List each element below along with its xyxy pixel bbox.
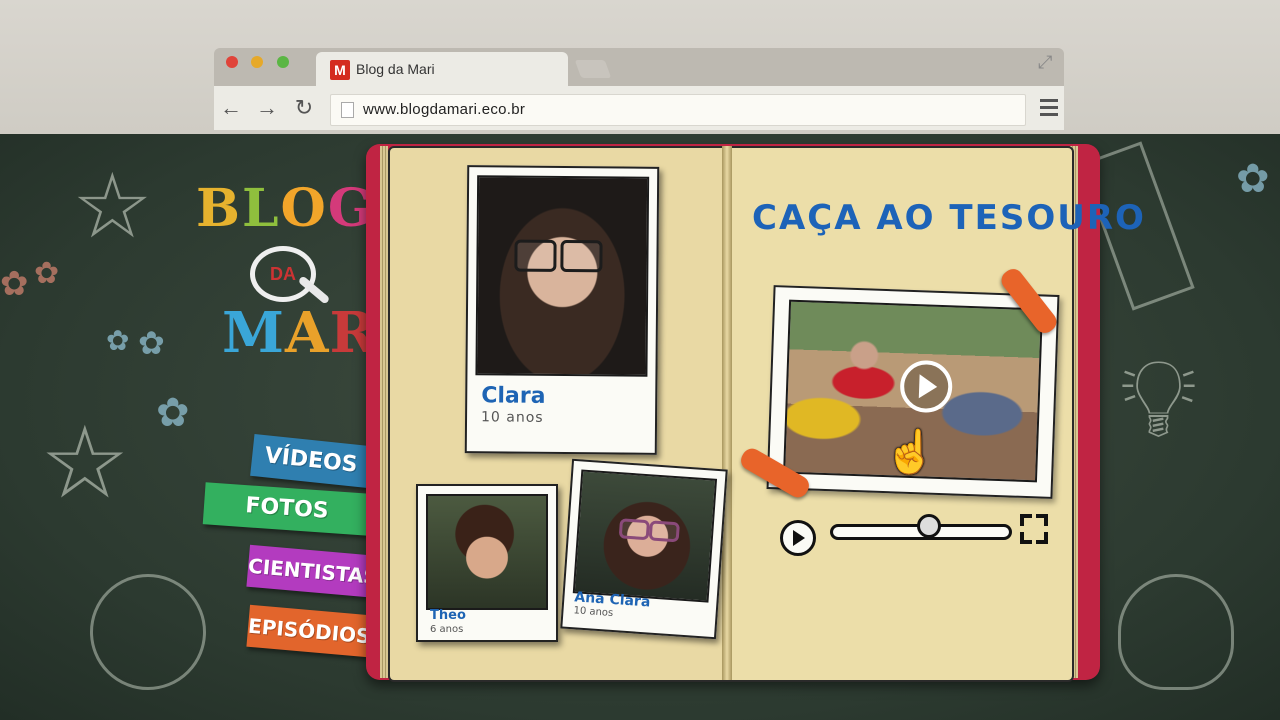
new-tab-button[interactable]	[574, 60, 612, 78]
logo-blog[interactable]: BLOG	[196, 178, 374, 239]
flower-doodle-icon: ✿	[156, 390, 190, 436]
glasses-icon	[560, 239, 603, 273]
character-card-clara[interactable]: Clara 10 anos	[464, 165, 660, 455]
magnifier-doodle-icon	[90, 574, 206, 690]
glasses-icon	[514, 239, 557, 272]
star-doodle-icon: ☆	[40, 404, 130, 521]
lightbulb-doodle-icon: 💡︎	[1120, 334, 1197, 462]
character-card-theo[interactable]: Theo 6 anos	[416, 484, 558, 642]
reload-icon[interactable]: ↻	[291, 96, 317, 120]
flower-doodle-icon: ✿	[34, 256, 60, 291]
progress-slider-handle[interactable]	[916, 514, 941, 538]
play-button[interactable]	[780, 520, 816, 556]
url-text[interactable]: www.blogdamari.eco.br	[363, 101, 525, 118]
magnifier-icon: DA	[250, 246, 316, 302]
glasses-icon	[618, 518, 651, 541]
character-photo	[426, 494, 548, 610]
character-age: 6 anos	[430, 624, 464, 635]
flower-doodle-icon: ✿	[1236, 156, 1270, 202]
character-name: Theo	[430, 608, 466, 623]
flower-doodle-icon: ✿	[106, 324, 130, 357]
favicon-icon: M	[330, 60, 350, 80]
logo-da: DA	[270, 264, 296, 284]
character-name: Clara	[481, 383, 546, 409]
ant-doodle-icon	[1118, 574, 1234, 690]
zoom-window-button[interactable]	[277, 56, 289, 68]
page-edge-left	[380, 146, 388, 678]
glasses-icon	[648, 520, 680, 543]
close-window-button[interactable]	[226, 56, 238, 68]
flower-doodle-icon: ✿	[138, 324, 165, 362]
expand-icon[interactable]: ⤢	[1038, 52, 1052, 73]
star-doodle-icon: ☆	[72, 154, 153, 259]
character-photo	[572, 469, 718, 603]
play-overlay-icon[interactable]	[899, 359, 954, 414]
address-bar[interactable]: www.blogdamari.eco.br	[330, 94, 1026, 126]
notebook-spine	[722, 146, 732, 680]
browser-tab[interactable]: M Blog da Mari	[316, 52, 568, 86]
character-age: 10 anos	[480, 409, 544, 426]
fullscreen-icon[interactable]	[1020, 514, 1048, 544]
page-icon	[341, 102, 354, 118]
character-card-ana-clara[interactable]: Ana Clara 10 anos	[560, 458, 728, 640]
minimize-window-button[interactable]	[251, 56, 263, 68]
character-photo	[475, 175, 650, 377]
character-age: 10 anos	[573, 605, 614, 619]
flower-doodle-icon: ✿	[0, 264, 29, 304]
arrow-left-icon[interactable]: ←	[218, 96, 244, 120]
hand-cursor-icon: ☝	[884, 428, 937, 475]
tab-title: Blog da Mari	[356, 61, 435, 77]
menu-icon[interactable]	[1040, 99, 1058, 117]
video-title: CAÇA AO TESOURO	[752, 198, 1146, 238]
arrow-right-icon[interactable]: →	[254, 96, 280, 120]
